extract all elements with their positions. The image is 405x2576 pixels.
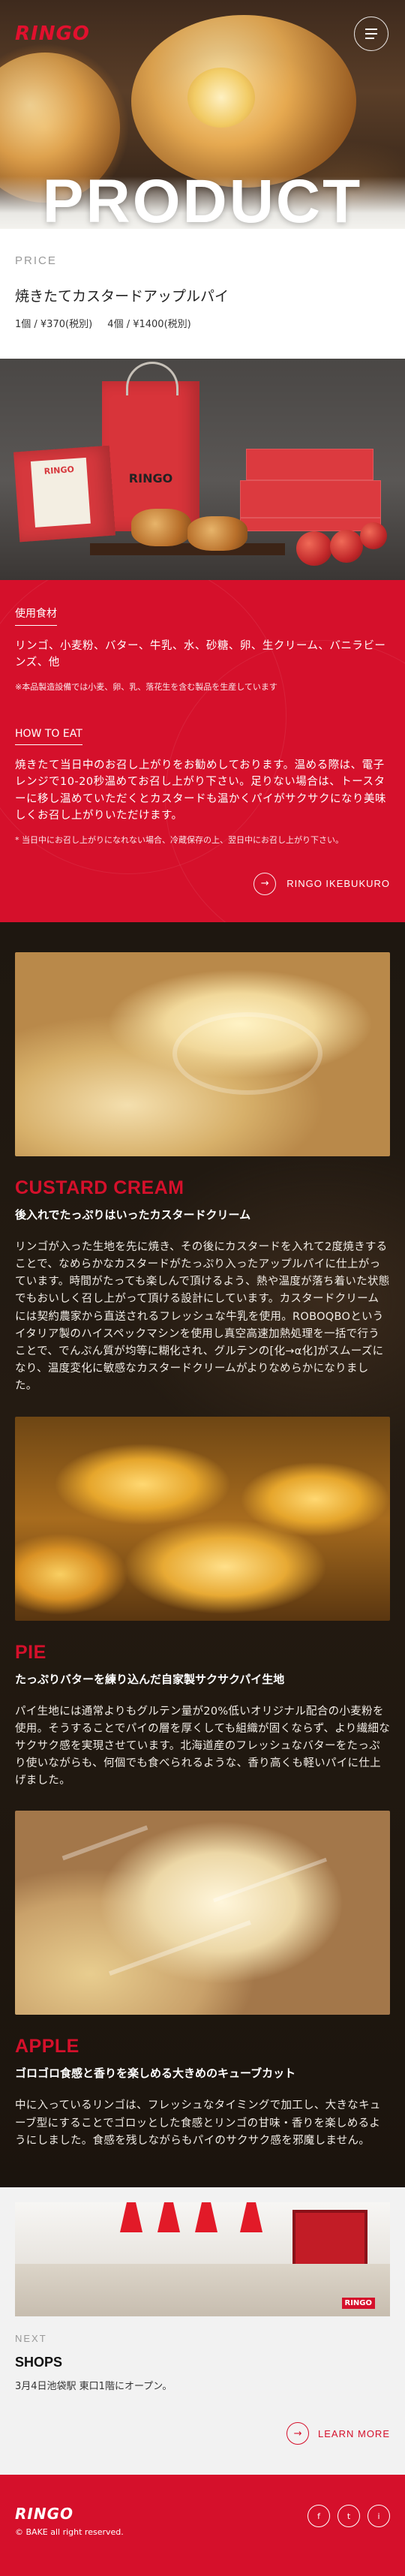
- pendant-lamp: [240, 2202, 262, 2232]
- apple: [296, 531, 332, 566]
- pendant-lamp: [158, 2202, 180, 2232]
- ingredients-title: 使用食材: [15, 606, 57, 626]
- apple-pie: [131, 509, 191, 546]
- howto-text: 焼きたて当日中のお召し上がりをお勧めしております。温める際は、電子レンジで10-…: [15, 759, 386, 822]
- custard-image: [15, 951, 390, 1156]
- twitter-icon[interactable]: t: [338, 2505, 360, 2527]
- menu-icon-line: [365, 33, 377, 35]
- price-single: 1個 / ¥370(税別): [15, 319, 93, 330]
- social-links: f t i: [308, 2505, 390, 2527]
- ingredients-block: 使用食材 リンゴ、小麦粉、バター、牛乳、水、砂糖、卵、生クリーム、バニラビーンズ…: [15, 606, 390, 693]
- bag-label: RINGO: [30, 457, 91, 528]
- features: CUSTARD CREAM 後入れでたっぷりはいったカスタードクリーム リンゴが…: [0, 922, 405, 2187]
- apple: [360, 522, 387, 549]
- menu-icon-line: [365, 29, 377, 30]
- bag-logo: RINGO: [128, 471, 173, 485]
- ingredients-text: リンゴ、小麦粉、バター、牛乳、水、砂糖、卵、生クリーム、バニラビーンズ、他: [15, 640, 386, 669]
- howto-title: HOW TO EAT: [15, 728, 82, 745]
- pastry-flake: [62, 1826, 148, 1861]
- hero-apple-filling: [188, 68, 255, 128]
- feature-subtitle: 後入れでたっぷりはいったカスタードクリーム: [15, 1207, 251, 1222]
- shop-link[interactable]: → RINGO IKEBUKURO: [15, 872, 390, 895]
- arrow-right-icon: →: [286, 2422, 310, 2445]
- facebook-icon[interactable]: f: [308, 2505, 330, 2527]
- price-label: PRICE: [15, 254, 57, 267]
- howto-note: * 当日中にお召し上がりになれない場合、冷蔵保存の上、翌日中にお召し上がり下さい…: [15, 834, 344, 845]
- feature-title: APPLE: [15, 2036, 80, 2057]
- hero: RINGO PRODUCT: [0, 0, 405, 229]
- custard-swirl: [172, 1011, 322, 1095]
- gift-box: [246, 449, 374, 480]
- feature-pie: PIE たっぷりバターを練り込んだ自家製サクサクパイ生地 パイ生地には通常よりも…: [15, 1416, 391, 1790]
- pastry-flake: [212, 1858, 328, 1903]
- product-info: 使用食材 リンゴ、小麦粉、バター、牛乳、水、砂糖、卵、生クリーム、バニラビーンズ…: [0, 580, 405, 922]
- ingredients-note: ※本品製造設備では小麦、卵、乳、落花生を含む製品を生産しています: [15, 681, 278, 692]
- shop-sign: RINGO: [341, 2298, 375, 2309]
- copyright: © BAKE all right reserved.: [15, 2527, 124, 2537]
- learn-more-label: LEARN MORE: [318, 2427, 390, 2439]
- gift-box: [240, 480, 381, 518]
- feature-body: リンゴが入った生地を先に焼き、その後にカスタードを入れて2度焼きすることで、なめ…: [15, 1240, 390, 1393]
- learn-more-link[interactable]: → LEARN MORE: [15, 2422, 390, 2445]
- paper-bag-small: RINGO: [13, 445, 116, 543]
- apple-image: [15, 1811, 390, 2015]
- arrow-right-icon: →: [254, 872, 277, 895]
- shop-counter: [15, 2264, 390, 2316]
- price-section: PRICE 焼きたてカスタードアップルパイ 1個 / ¥370(税別) 4個 /…: [0, 229, 405, 359]
- gift-box: [240, 518, 381, 531]
- feature-title: CUSTARD CREAM: [15, 1177, 184, 1198]
- feature-body: パイ生地には通常よりもグルテン量が20%低いオリジナル配合の小麦粉を使用。そうす…: [15, 1705, 391, 1787]
- instagram-icon[interactable]: i: [368, 2505, 390, 2527]
- pendant-lamp: [195, 2202, 218, 2232]
- pastry-flake: [109, 1920, 251, 1976]
- menu-icon-line: [365, 38, 374, 39]
- wood-tray: [90, 543, 285, 555]
- feature-apple: APPLE ゴロゴロ食感と香りを楽しめる大きめのキューブカット 中に入っているリ…: [15, 1811, 390, 2150]
- page-title: PRODUCT: [42, 167, 363, 229]
- menu-button[interactable]: [354, 17, 388, 51]
- product-name: 焼きたてカスタードアップルパイ: [15, 288, 230, 305]
- shop-photo[interactable]: RINGO: [15, 2202, 390, 2316]
- shop-link-label: RINGO IKEBUKURO: [286, 878, 390, 890]
- price-lines: 1個 / ¥370(税別) 4個 / ¥1400(税別): [15, 316, 390, 330]
- feature-title: PIE: [15, 1641, 46, 1663]
- next-description: 3月4日池袋駅 東口1階にオープン。: [15, 2381, 172, 2392]
- feature-body: 中に入っているリンゴは、フレッシュなタイミングで加工し、大きなキューブ型にするこ…: [15, 2100, 381, 2147]
- apple-pie: [188, 516, 248, 551]
- next-title[interactable]: SHOPS: [15, 2355, 390, 2370]
- product-packaging-photo: RINGO RINGO: [0, 359, 405, 580]
- feature-subtitle: ゴロゴロ食感と香りを楽しめる大きめのキューブカット: [15, 2067, 296, 2081]
- pendant-lamp: [120, 2202, 142, 2232]
- apple: [330, 530, 363, 563]
- site-logo[interactable]: RINGO: [15, 23, 90, 45]
- feature-custard: CUSTARD CREAM 後入れでたっぷりはいったカスタードクリーム リンゴが…: [15, 951, 390, 1396]
- feature-subtitle: たっぷりバターを練り込んだ自家製サクサクパイ生地: [15, 1672, 285, 1686]
- next-label: NEXT: [15, 2333, 47, 2344]
- price-four: 4個 / ¥1400(税別): [107, 319, 191, 330]
- bag-label-logo: RINGO: [44, 464, 75, 476]
- pie-image: [15, 1416, 390, 1621]
- footer: RINGO © BAKE all right reserved. f t i: [0, 2475, 405, 2576]
- howto-block: HOW TO EAT 焼きたて当日中のお召し上がりをお勧めしております。温める際…: [15, 726, 390, 846]
